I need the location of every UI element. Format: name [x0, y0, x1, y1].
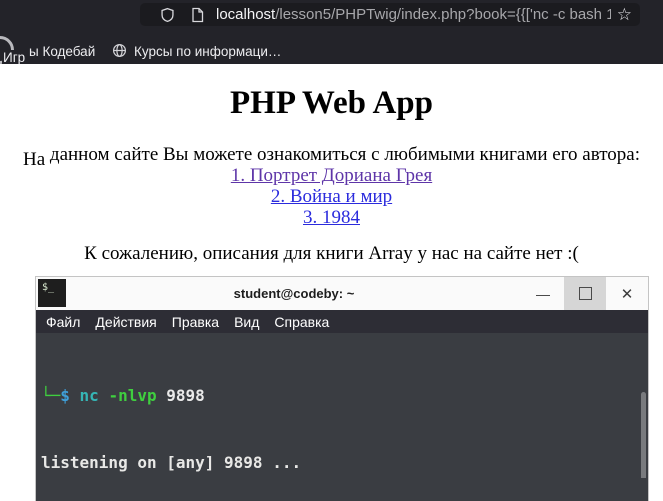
bookmark-star-icon[interactable]: ☆ [617, 6, 632, 23]
minimize-button[interactable]: — [522, 277, 564, 310]
page-title: PHP Web App [230, 85, 433, 121]
terminal-output[interactable]: └─$ nc -nlvp 9898 listening on [any] 989… [36, 333, 648, 501]
menu-file[interactable]: Файл [46, 314, 80, 330]
intro-text: На данном сайте Вы можете ознакомиться с… [23, 143, 640, 170]
book-link-2[interactable]: 2. Война и мир [0, 186, 663, 207]
no-description-text: К сожалению, описания для книги Array у … [84, 242, 579, 264]
window-controls: — ✕ [522, 277, 648, 310]
globe-icon [112, 43, 127, 61]
menu-actions[interactable]: Действия [95, 314, 156, 330]
terminal-title: student@codeby: ~ [233, 286, 355, 301]
book-link-3[interactable]: 3. 1984 [0, 207, 663, 228]
url-host: localhost [216, 6, 276, 23]
browser-toolbar: localhost/lesson5/PHPTwig/index.php?book… [0, 0, 663, 71]
url-path: /lesson5/PHPTwig/index.php?book={{['nc -… [275, 6, 611, 23]
bookmark-item-games-rest[interactable]: ы Кодебай [29, 44, 95, 59]
menu-view[interactable]: Вид [234, 314, 259, 330]
menu-help[interactable]: Справка [274, 314, 329, 330]
book-link-1[interactable]: 1. Портрет Дориана Грея [0, 165, 663, 186]
maximize-icon [578, 287, 592, 300]
terminal-line: listening on [any] 9898 ... [41, 453, 302, 473]
terminal-window: $_ student@codeby: ~ — ✕ Файл Действия П… [35, 276, 649, 501]
address-bar[interactable]: localhost/lesson5/PHPTwig/index.php?book… [140, 3, 640, 26]
terminal-scrollbar-thumb[interactable] [641, 392, 646, 478]
terminal-app-icon: $_ [38, 279, 66, 307]
page-info-icon[interactable] [191, 7, 204, 23]
prompt-line: └─$ nc -nlvp 9898 [41, 385, 205, 405]
menu-edit[interactable]: Правка [172, 314, 219, 330]
bookmark-item-courses[interactable]: Курсы по информаци… [134, 44, 281, 59]
shield-icon[interactable] [160, 7, 175, 23]
maximize-button[interactable] [564, 277, 606, 310]
close-button[interactable]: ✕ [606, 277, 648, 310]
bookmarks-bar: Игр ы Кодебай Курсы по информаци… [0, 33, 663, 71]
url-text: localhost/lesson5/PHPTwig/index.php?book… [216, 6, 611, 23]
terminal-menubar: Файл Действия Правка Вид Справка [36, 310, 648, 333]
terminal-titlebar[interactable]: $_ student@codeby: ~ — ✕ [36, 277, 648, 310]
